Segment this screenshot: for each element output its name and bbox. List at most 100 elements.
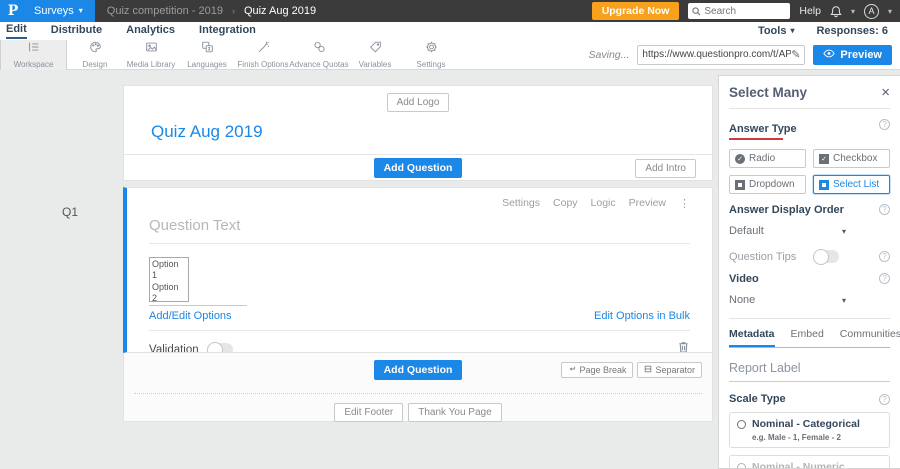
page-break-button[interactable]: Page Break: [561, 362, 634, 378]
answer-type-checkbox-button[interactable]: ✓ Checkbox: [813, 149, 890, 168]
question-actions: Settings Copy Logic Preview ⋮: [149, 188, 690, 210]
radio-icon: [737, 462, 746, 468]
radio-check-icon: ✓: [735, 153, 745, 164]
tool-workspace[interactable]: Workspace: [0, 39, 67, 70]
tab-communities[interactable]: Communities: [840, 328, 900, 347]
question-preview-link[interactable]: Preview: [629, 197, 666, 210]
tool-label: Design: [82, 60, 108, 69]
validation-toggle[interactable]: [206, 342, 233, 352]
tab-embed[interactable]: Embed: [791, 328, 824, 347]
survey-title[interactable]: Quiz Aug 2019: [151, 122, 712, 142]
tool-advance-quotas[interactable]: Advance Quotas: [289, 40, 349, 70]
answer-display-order-select[interactable]: Default ▾: [729, 225, 890, 237]
add-intro-button[interactable]: Add Intro: [635, 159, 696, 178]
page-tools: Page Break Separator: [561, 362, 702, 378]
scale-option-label: Nominal - Categorical: [752, 418, 860, 430]
account-caret-icon[interactable]: ▾: [888, 7, 892, 16]
page-break-label: Page Break: [579, 365, 627, 375]
tool-label: Advance Quotas: [289, 60, 349, 69]
tab-edit[interactable]: Edit: [6, 23, 27, 39]
survey-canvas: Add Logo Quiz Aug 2019 Add Question Add …: [123, 85, 713, 422]
edit-footer-button[interactable]: Edit Footer: [334, 403, 404, 422]
notifications-bell-icon[interactable]: [830, 5, 842, 18]
preview-button[interactable]: Preview: [813, 44, 892, 65]
eye-icon: [823, 49, 836, 61]
separator-button[interactable]: Separator: [637, 362, 702, 378]
help-icon[interactable]: ?: [879, 393, 890, 405]
video-select[interactable]: None ▾: [729, 294, 890, 306]
answer-type-select-list-button[interactable]: Select List: [813, 175, 890, 194]
tool-variables[interactable]: Variables: [347, 40, 403, 70]
survey-url-box[interactable]: ✎: [637, 44, 806, 65]
answer-type-grid: ✓ Radio ✓ Checkbox Dropdown Select List: [729, 149, 890, 194]
report-label-input[interactable]: Report Label: [729, 361, 890, 382]
add-question-row-2: Add Question Page Break Separator: [124, 353, 712, 383]
answer-display-order-label: Answer Display Order: [729, 204, 844, 216]
survey-url-input[interactable]: [642, 49, 792, 60]
scale-option-nominal-categorical[interactable]: Nominal - Categorical e.g. Male - 1, Fem…: [729, 412, 890, 448]
edit-url-pencil-icon[interactable]: ✎: [791, 48, 800, 61]
search-box[interactable]: [688, 3, 791, 19]
delete-question-trash-icon[interactable]: [677, 340, 690, 352]
surveys-label: Surveys: [34, 5, 74, 17]
tools-menu[interactable]: Tools ▾: [758, 25, 795, 37]
tab-metadata[interactable]: Metadata: [729, 328, 775, 347]
tab-distribute[interactable]: Distribute: [51, 24, 102, 38]
tool-label: Workspace: [13, 60, 54, 69]
tool-languages[interactable]: Languages: [179, 40, 235, 70]
dropdown-square-icon: [735, 179, 745, 190]
help-icon[interactable]: ?: [879, 273, 890, 284]
answer-type-option-label: Checkbox: [833, 153, 878, 164]
panel-divider: [729, 318, 890, 319]
tool-finish-options[interactable]: Finish Options: [235, 40, 291, 70]
tool-label: Settings: [416, 60, 446, 69]
help-icon[interactable]: ?: [879, 204, 890, 215]
select-list-preview[interactable]: Option 1 Option 2: [149, 257, 189, 302]
tab-analytics[interactable]: Analytics: [126, 24, 175, 38]
tool-media-library[interactable]: Media Library: [123, 40, 179, 70]
close-icon[interactable]: ×: [881, 85, 890, 100]
breadcrumb-current-survey[interactable]: Quiz Aug 2019: [244, 5, 316, 17]
top-bar: P Surveys ▾ Quiz competition - 2019 › Qu…: [0, 0, 900, 22]
upgrade-now-button[interactable]: Upgrade Now: [591, 2, 680, 20]
kebab-menu-icon[interactable]: ⋮: [679, 197, 690, 210]
page-break-icon: [568, 365, 576, 375]
options-underline: [149, 305, 247, 306]
validation-row: Validation: [149, 331, 690, 352]
question-block[interactable]: Settings Copy Logic Preview ⋮ Question T…: [123, 187, 713, 353]
notifications-caret-icon[interactable]: ▾: [851, 7, 855, 16]
scale-option-example: e.g. Male - 1, Female - 2: [752, 433, 841, 442]
search-icon: [692, 6, 701, 16]
select-list-square-icon: [819, 179, 829, 190]
brand: P Surveys ▾: [0, 0, 95, 22]
answer-type-radio-button[interactable]: ✓ Radio: [729, 149, 806, 168]
add-question-button-2[interactable]: Add Question: [373, 360, 463, 380]
question-tips-toggle[interactable]: [813, 249, 839, 265]
answer-type-dropdown-button[interactable]: Dropdown: [729, 175, 806, 194]
toolbar-right: Saving... ✎ Preview: [589, 44, 900, 65]
chevron-down-icon: ▾: [790, 26, 795, 35]
help-icon[interactable]: ?: [879, 119, 890, 130]
tab-integration[interactable]: Integration: [199, 24, 256, 38]
add-question-button[interactable]: Add Question: [373, 157, 463, 178]
breadcrumb-survey-folder[interactable]: Quiz competition - 2019: [107, 5, 223, 17]
search-input[interactable]: [704, 5, 785, 17]
tool-design[interactable]: Design: [67, 40, 123, 70]
tool-settings[interactable]: Settings: [403, 40, 459, 70]
surveys-menu-button[interactable]: Surveys ▾: [26, 0, 95, 22]
add-edit-options-link[interactable]: Add/Edit Options: [149, 310, 232, 322]
help-icon[interactable]: ?: [879, 251, 890, 262]
thank-you-page-button[interactable]: Thank You Page: [408, 403, 502, 422]
question-copy-link[interactable]: Copy: [553, 197, 578, 210]
edit-options-in-bulk-link[interactable]: Edit Options in Bulk: [594, 310, 690, 322]
avatar[interactable]: A: [863, 3, 879, 19]
help-link[interactable]: Help: [799, 5, 821, 17]
answer-display-order-header: Answer Display Order ?: [729, 204, 890, 216]
add-logo-button[interactable]: Add Logo: [386, 93, 450, 112]
question-settings-link[interactable]: Settings: [502, 197, 540, 210]
tool-label: Media Library: [126, 60, 176, 69]
question-logic-link[interactable]: Logic: [591, 197, 616, 210]
responses-count[interactable]: Responses: 6: [816, 25, 888, 37]
scale-option-nominal-numeric[interactable]: Nominal - Numeric e.g. Number of cars (1…: [729, 455, 890, 468]
question-text-placeholder[interactable]: Question Text: [149, 217, 690, 244]
